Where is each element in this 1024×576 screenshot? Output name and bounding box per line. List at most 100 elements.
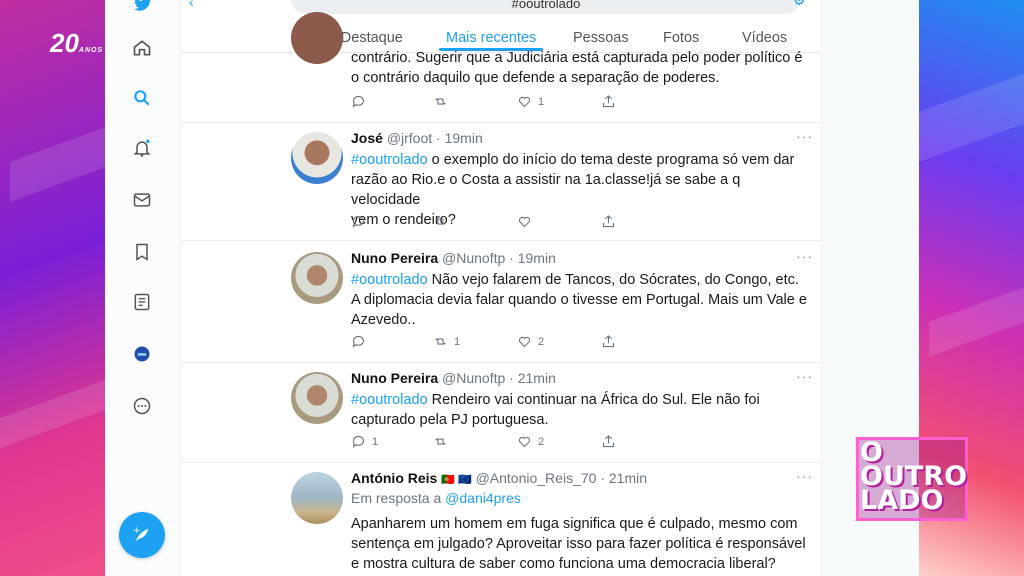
author-flags: 🇵🇹 🇪🇺 [441, 474, 472, 486]
avatar[interactable] [291, 472, 343, 524]
tweet-card[interactable]: contrário. Sugerir que a Judiciária está… [181, 12, 821, 123]
tweet-text: contrário. Sugerir que a Judiciária está… [351, 50, 803, 86]
search-results-timeline: #ooutrolado ‹ ⚙ Em Destaque Mais recente… [180, 0, 822, 576]
tweet-header: António Reis 🇵🇹 🇪🇺 @Antonio_Reis_70 · 21… [351, 470, 648, 486]
retweet-button[interactable] [433, 434, 454, 449]
tweet-time[interactable]: 19min [518, 250, 556, 266]
tweet-actions [351, 214, 671, 232]
sidebar: + [105, 0, 180, 576]
share-icon [602, 335, 615, 348]
heart-icon [518, 216, 531, 228]
like-button[interactable]: 2 [517, 434, 544, 449]
tab-pessoas[interactable]: Pessoas [573, 30, 629, 46]
search-icon[interactable] [130, 86, 154, 110]
reply-button[interactable]: 1 [351, 434, 378, 449]
share-button[interactable] [601, 434, 622, 449]
reply-button[interactable] [351, 334, 372, 349]
tweet-time[interactable]: 21min [518, 370, 556, 386]
author-handle[interactable]: @Nunoftp [442, 250, 505, 266]
avatar[interactable] [291, 372, 343, 424]
home-icon[interactable] [130, 36, 154, 60]
more-menu-icon[interactable]: ··· [796, 368, 813, 384]
bookmarks-icon[interactable] [130, 240, 154, 264]
hashtag-link[interactable]: #ooutrolado [351, 392, 428, 408]
tweet-actions: 1 2 [351, 434, 671, 452]
tweet-header: Nuno Pereira @Nunoftp · 19min [351, 250, 556, 266]
tweet-actions: 1 [351, 94, 671, 112]
reply-icon [352, 95, 365, 108]
like-button[interactable]: 2 [517, 334, 544, 349]
retweet-icon [435, 218, 446, 225]
tweet-header: Nuno Pereira @Nunoftp · 21min [351, 370, 556, 386]
retweet-button[interactable] [433, 214, 454, 229]
lists-icon[interactable] [130, 290, 154, 314]
more-menu-icon[interactable]: ··· [796, 468, 813, 484]
retweet-button[interactable] [433, 94, 454, 109]
reply-button[interactable] [351, 94, 372, 109]
heart-icon [518, 336, 531, 348]
author-name[interactable]: Nuno Pereira [351, 250, 438, 266]
messages-mail-icon[interactable] [130, 188, 154, 212]
reply-to-handle[interactable]: @dani4pres [445, 490, 521, 506]
tweet-time[interactable]: 21min [609, 470, 647, 486]
heart-icon [518, 436, 531, 448]
avatar [291, 12, 343, 64]
search-query-text: #ooutrolado [511, 0, 581, 11]
more-menu-icon[interactable]: ··· [796, 248, 813, 264]
like-button[interactable]: 1 [517, 94, 544, 109]
hashtag-link[interactable]: #ooutrolado [351, 152, 428, 168]
more-menu-icon[interactable]: ··· [796, 128, 813, 144]
notifications-bell-icon[interactable] [130, 136, 154, 160]
share-button[interactable] [601, 334, 622, 349]
retweet-icon [435, 438, 446, 445]
retweet-icon [435, 98, 446, 105]
twitter-app-screen: + #ooutrolado ‹ ⚙ Em Destaque Mais recen… [105, 0, 919, 576]
share-button[interactable] [601, 214, 622, 229]
tab-fotos[interactable]: Fotos [663, 30, 699, 46]
left-background-graphic [0, 0, 130, 576]
compose-tweet-button[interactable]: + [119, 512, 165, 558]
tweet-header: José @jrfoot · 19min [351, 130, 483, 146]
tweet-text: #ooutrolado Rendeiro vai continuar na Áf… [351, 392, 760, 428]
heart-icon [518, 96, 531, 108]
hashtag-link[interactable]: #ooutrolado [351, 272, 428, 288]
svg-text:+: + [133, 525, 141, 536]
more-options-icon[interactable] [130, 394, 154, 418]
avatar[interactable] [291, 132, 343, 184]
search-input[interactable]: #ooutrolado [291, 0, 801, 14]
tweet-card[interactable]: Nuno Pereira @Nunoftp · 19min ··· #ooutr… [181, 240, 821, 363]
author-handle[interactable]: @Antonio_Reis_70 [476, 470, 597, 486]
tweet-text: #ooutrolado Não vejo falarem de Tancos, … [351, 272, 807, 328]
like-button[interactable] [517, 214, 538, 229]
tweet-card[interactable]: José @jrfoot · 19min ··· #ooutrolado o e… [181, 122, 821, 241]
retweet-button[interactable]: 1 [433, 334, 460, 349]
reply-button[interactable] [351, 214, 372, 229]
twitter-bird-icon[interactable] [130, 0, 154, 16]
tab-mais-recentes[interactable]: Mais recentes [446, 30, 536, 46]
reply-icon [352, 435, 365, 448]
reply-icon [352, 335, 365, 348]
author-name[interactable]: António Reis [351, 470, 437, 486]
retweet-icon [435, 338, 446, 345]
tweet-card[interactable]: António Reis 🇵🇹 🇪🇺 @Antonio_Reis_70 · 21… [181, 462, 821, 576]
author-handle[interactable]: @Nunoftp [442, 370, 505, 386]
profile-avatar-icon[interactable] [130, 342, 154, 366]
share-icon [602, 95, 615, 108]
author-name[interactable]: Nuno Pereira [351, 370, 438, 386]
author-name[interactable]: José [351, 130, 383, 146]
share-icon [602, 215, 615, 228]
feather-icon: + [133, 525, 149, 542]
tweet-time[interactable]: 19min [445, 130, 483, 146]
tweet-text: Apanharem um homem em fuga significa que… [351, 516, 806, 572]
reply-icon [352, 215, 365, 228]
channel-anniversary-logo: 20ANOS [50, 28, 104, 58]
tweet-card[interactable]: Nuno Pereira @Nunoftp · 21min ··· #ooutr… [181, 362, 821, 463]
search-settings-icon[interactable]: ⚙ [793, 0, 806, 9]
reply-context: Em resposta a @dani4pres [351, 490, 521, 506]
share-button[interactable] [601, 94, 622, 109]
avatar[interactable] [291, 252, 343, 304]
show-logo-line-3: LADO [860, 485, 944, 516]
back-arrow-icon[interactable]: ‹ [189, 0, 194, 10]
tab-videos[interactable]: Vídeos [742, 30, 787, 46]
author-handle[interactable]: @jrfoot [387, 130, 432, 146]
